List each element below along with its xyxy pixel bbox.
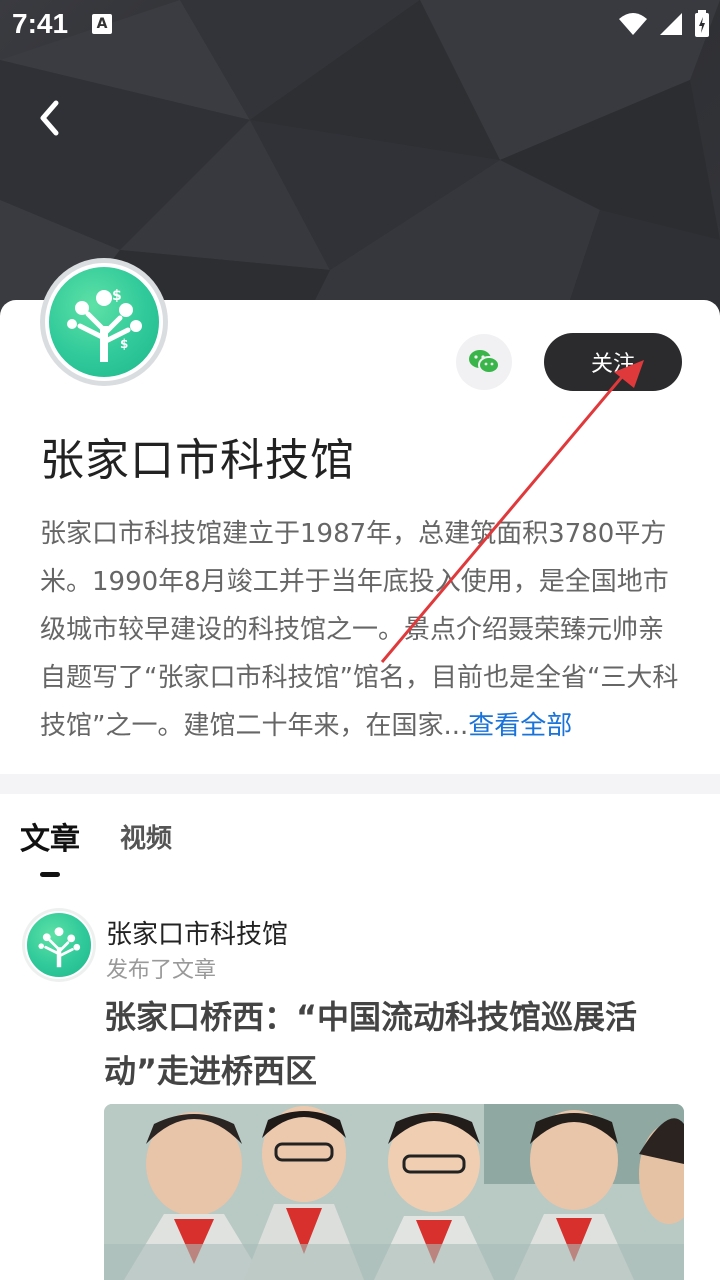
tab-articles[interactable]: 文章 xyxy=(20,814,80,858)
post-title[interactable]: 张家口桥西：“中国流动科技馆巡展活动”走进桥西区 xyxy=(104,990,684,1098)
wifi-icon xyxy=(619,13,647,35)
svg-text:$: $ xyxy=(112,288,122,304)
profile-avatar[interactable]: $ $ xyxy=(40,258,168,386)
page-title: 张家口市科技馆 xyxy=(40,435,355,486)
post-author-name[interactable]: 张家口市科技馆 xyxy=(106,914,288,951)
status-time: 7:41 xyxy=(12,8,69,39)
wechat-share-button[interactable] xyxy=(456,334,512,390)
status-icons xyxy=(618,10,710,38)
post-action-text: 发布了文章 xyxy=(106,958,217,983)
intro-text: 张家口市科技馆建立于1987年，总建筑面积3780平方米。1990年8月竣工并于… xyxy=(40,510,684,750)
view-all-link[interactable]: 查看全部 xyxy=(468,711,572,741)
tab-videos[interactable]: 视频 xyxy=(120,818,172,855)
chevron-left-icon xyxy=(40,100,59,136)
notification-icon: A xyxy=(92,14,112,34)
post-cover-image[interactable] xyxy=(104,1104,684,1280)
status-bar: 7:41 A xyxy=(0,0,720,48)
post-author-avatar[interactable] xyxy=(22,908,96,982)
signal-icon xyxy=(660,13,682,35)
battery-icon xyxy=(695,10,709,37)
section-divider xyxy=(0,774,720,794)
active-tab-indicator xyxy=(40,872,60,877)
science-tree-logo-small xyxy=(25,911,93,979)
back-button[interactable] xyxy=(28,96,72,140)
svg-text:$: $ xyxy=(120,337,128,351)
science-tree-logo: $ $ xyxy=(45,263,163,381)
wechat-icon xyxy=(469,350,500,374)
follow-button[interactable]: 关注 xyxy=(544,333,682,391)
intro-body: 张家口市科技馆建立于1987年，总建筑面积3780平方米。1990年8月竣工并于… xyxy=(40,519,679,741)
